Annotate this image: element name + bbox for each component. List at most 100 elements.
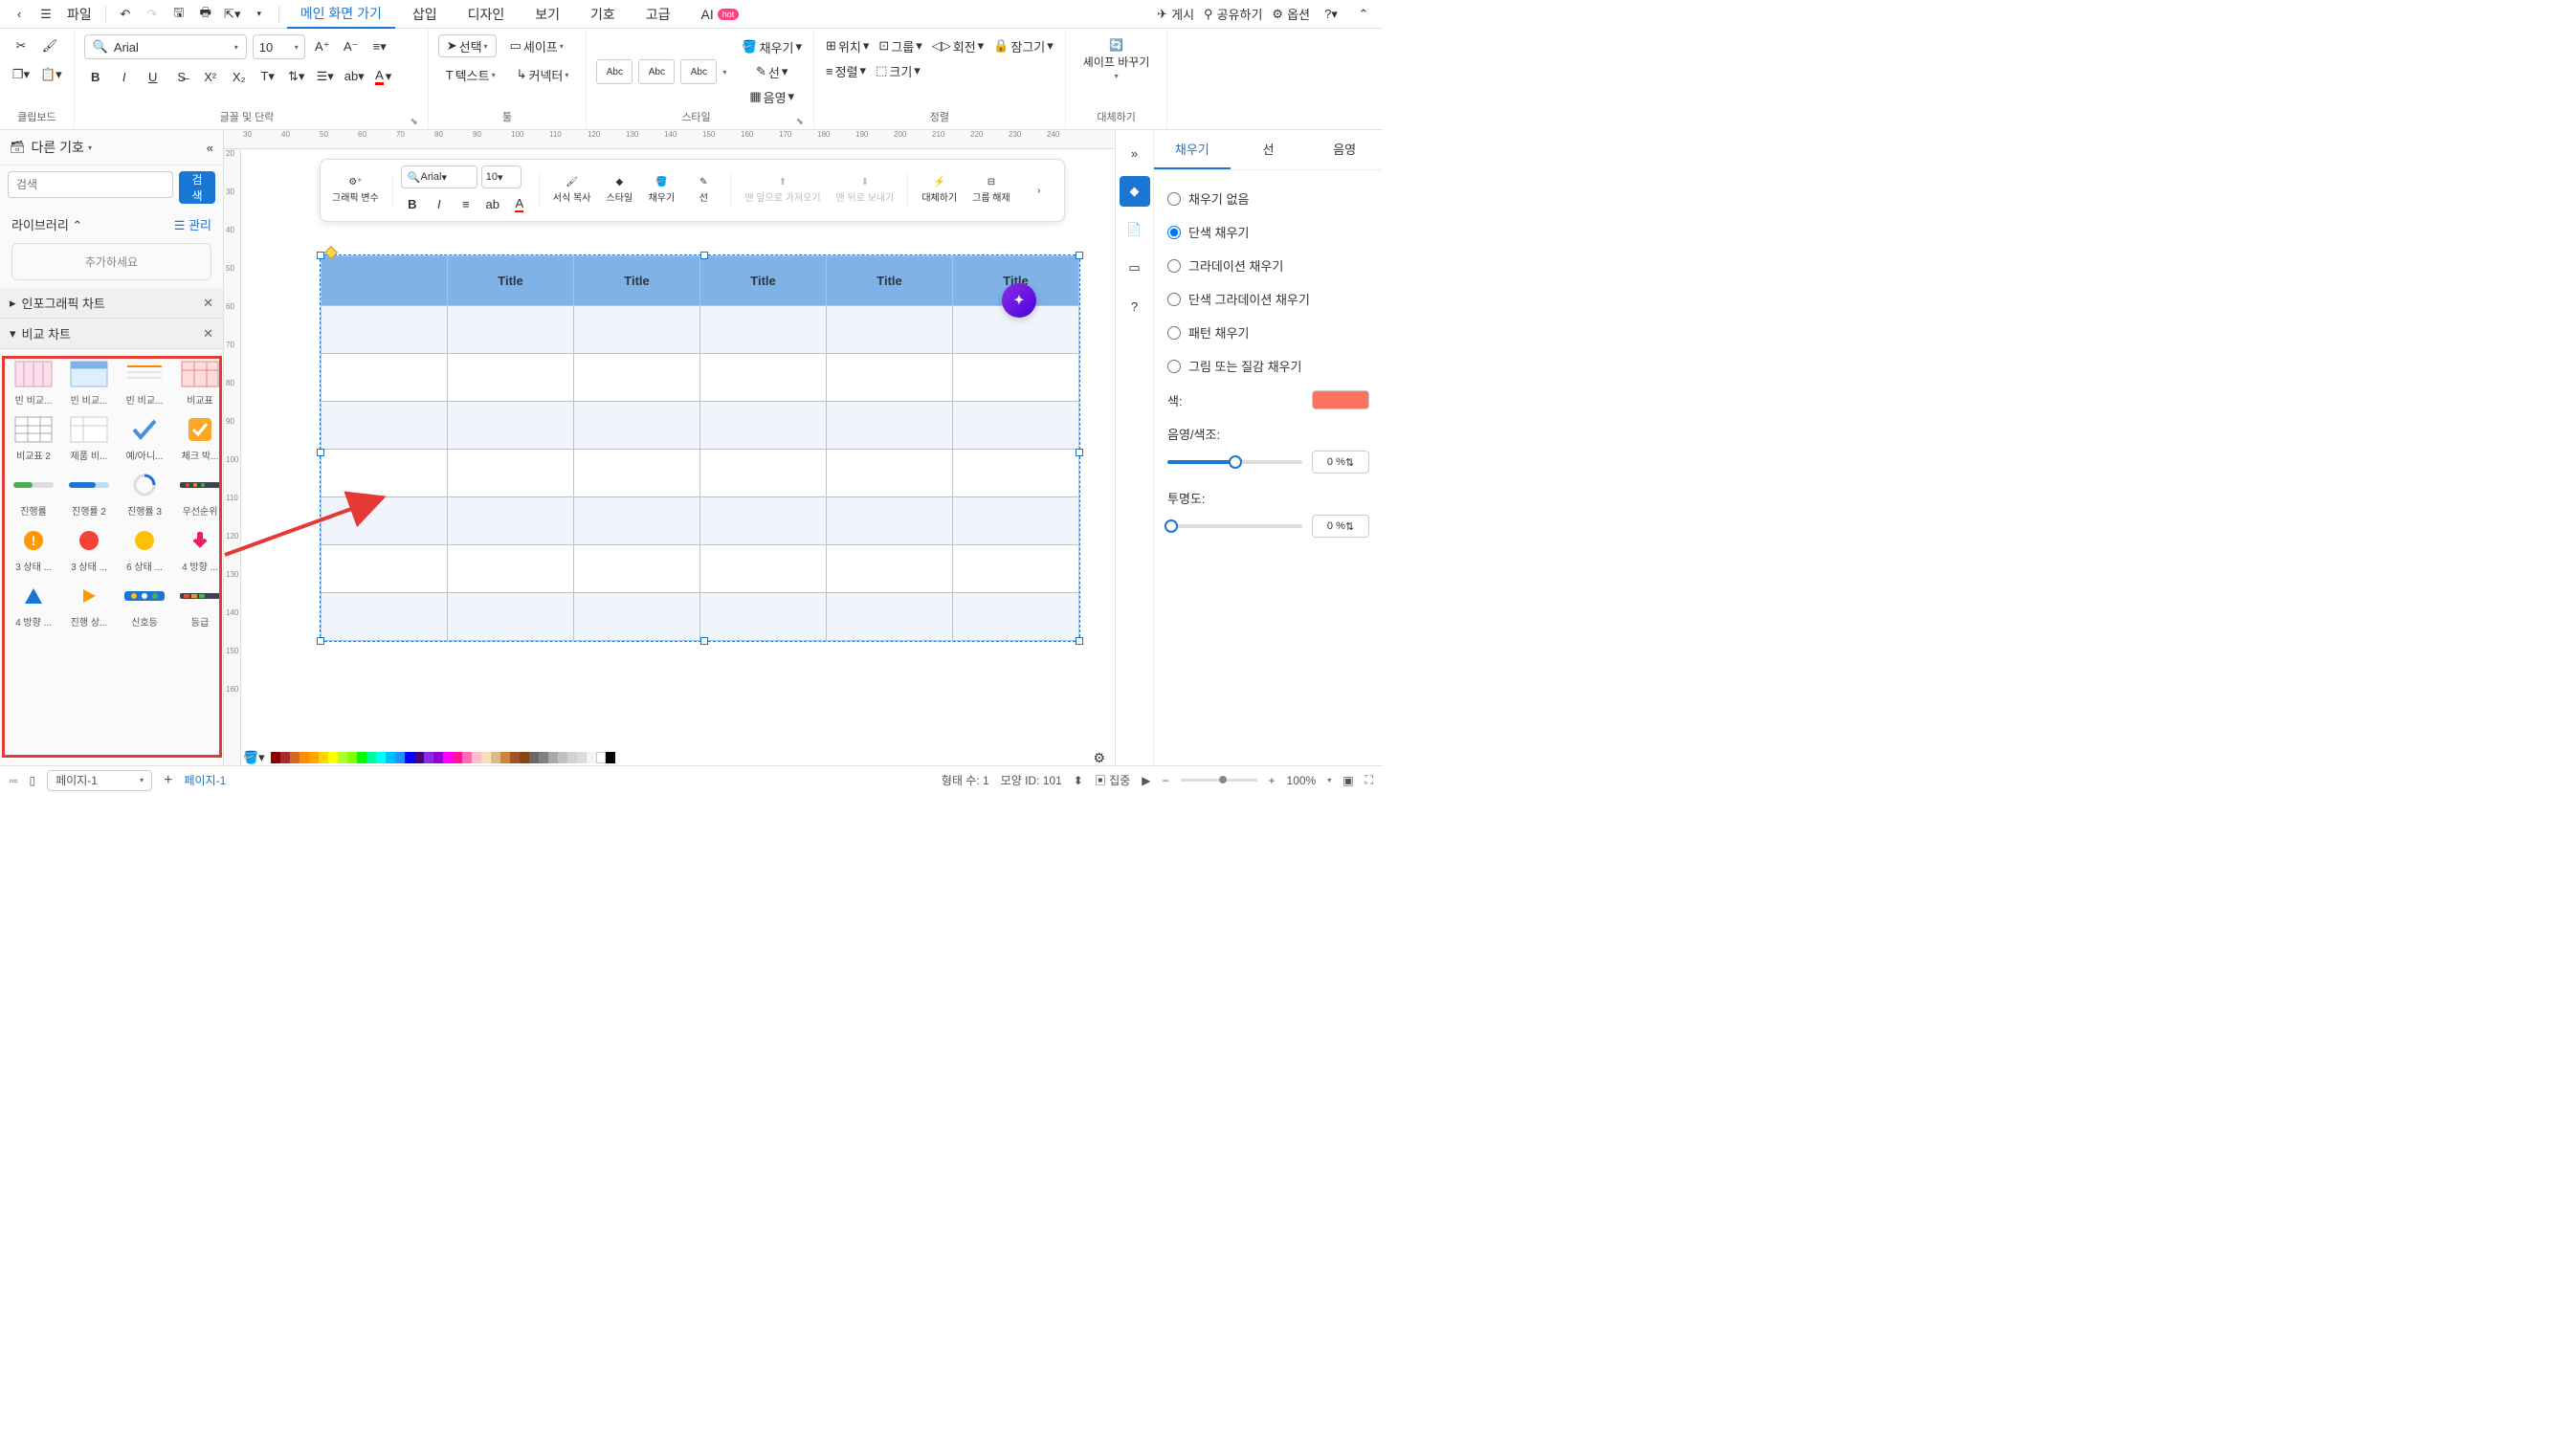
- export-icon[interactable]: ⇱▾: [221, 3, 244, 26]
- fill-button[interactable]: 🪣채우기: [642, 173, 680, 208]
- table-header[interactable]: Title: [574, 256, 700, 306]
- more-float-icon[interactable]: ›: [1020, 182, 1058, 200]
- selection-handle[interactable]: [317, 252, 324, 259]
- palette-swatch[interactable]: [577, 752, 587, 763]
- palette-swatch[interactable]: [271, 752, 280, 763]
- palette-swatch[interactable]: [386, 752, 395, 763]
- palette-swatch[interactable]: [357, 752, 366, 763]
- font-expand-icon[interactable]: ⬊: [410, 117, 417, 127]
- copy-icon[interactable]: ❐▾: [10, 63, 33, 86]
- selection-handle[interactable]: [1076, 252, 1083, 259]
- font-select[interactable]: 🔍 Arial▾: [84, 34, 247, 59]
- palette-swatch[interactable]: [405, 752, 414, 763]
- palette-swatch[interactable]: [319, 752, 328, 763]
- shade-value-input[interactable]: 0 % ⇅: [1312, 451, 1369, 474]
- shape-item[interactable]: 진행률 3: [119, 468, 170, 519]
- zoom-in-icon[interactable]: +: [1269, 774, 1276, 787]
- format-copy-button[interactable]: 🖌서식 복사: [547, 173, 597, 208]
- options-button[interactable]: ⚙ 옵션: [1272, 5, 1310, 23]
- palette-swatch[interactable]: [596, 752, 606, 763]
- solid-fill-option[interactable]: 단색 채우기: [1167, 215, 1369, 249]
- transparency-value-input[interactable]: 0 % ⇅: [1312, 515, 1369, 538]
- shape-item[interactable]: 6 상태 ...: [119, 523, 170, 575]
- tab-insert[interactable]: 삽입: [399, 0, 451, 29]
- collapse-left-icon[interactable]: «: [207, 141, 213, 155]
- graphic-var-button[interactable]: ⚙⁺그래픽 변수: [326, 173, 385, 208]
- float-fontcolor-icon[interactable]: A: [508, 192, 531, 215]
- selection-handle[interactable]: [1076, 449, 1083, 456]
- palette-swatch[interactable]: [414, 752, 424, 763]
- save-icon[interactable]: 🖫: [167, 3, 190, 26]
- superscript-icon[interactable]: X²: [199, 65, 222, 88]
- palette-swatch[interactable]: [347, 752, 357, 763]
- solid-gradient-option[interactable]: 단색 그라데이션 채우기: [1167, 282, 1369, 316]
- palette-swatch[interactable]: [290, 752, 300, 763]
- italic-icon[interactable]: I: [113, 65, 136, 88]
- add-hint[interactable]: 추가하세요: [11, 243, 211, 280]
- cut-icon[interactable]: ✂: [10, 34, 33, 57]
- text-case-icon[interactable]: ab▾: [343, 65, 366, 88]
- focus-button[interactable]: ▣ 집중: [1095, 772, 1130, 788]
- help-icon[interactable]: ?▾: [1320, 3, 1342, 26]
- shape-item[interactable]: 4 방향 ...: [174, 523, 223, 575]
- shape-item[interactable]: 진행 상...: [63, 579, 115, 630]
- redo-icon[interactable]: ↷: [141, 3, 164, 26]
- font-size-select[interactable]: 10▾: [253, 34, 305, 59]
- palette-swatch[interactable]: [481, 752, 491, 763]
- select-tool[interactable]: ➤ 선택 ▾: [438, 34, 497, 57]
- palette-swatch[interactable]: [280, 752, 290, 763]
- selection-handle[interactable]: [1076, 637, 1083, 645]
- shape-item[interactable]: 등급: [174, 579, 223, 630]
- selection-handle[interactable]: [700, 252, 708, 259]
- more-icon[interactable]: ▾: [248, 3, 271, 26]
- palette-swatch[interactable]: [309, 752, 319, 763]
- palette-swatch[interactable]: [491, 752, 500, 763]
- table-header[interactable]: Title: [448, 256, 574, 306]
- fill-tab[interactable]: 채우기: [1154, 130, 1231, 169]
- subscript-icon[interactable]: X₂: [228, 65, 251, 88]
- palette-swatch[interactable]: [462, 752, 472, 763]
- search-input[interactable]: [8, 171, 173, 198]
- size-tool[interactable]: ⬚ 크기▾: [874, 59, 922, 82]
- category-comparison[interactable]: ▾비교 차트 ✕: [0, 319, 223, 349]
- group-tool[interactable]: ⊡ 그룹▾: [876, 34, 923, 57]
- manage-link[interactable]: ☰ 관리: [174, 215, 211, 233]
- menu-icon[interactable]: ☰: [34, 3, 57, 26]
- bullets-icon[interactable]: ☰▾: [314, 65, 337, 88]
- float-size-select[interactable]: 10▾: [481, 165, 521, 188]
- page-tab-icon[interactable]: 📄: [1120, 214, 1150, 245]
- tab-main[interactable]: 메인 화면 가기: [287, 0, 395, 29]
- strike-icon[interactable]: S̶: [170, 65, 193, 88]
- palette-swatch[interactable]: [472, 752, 481, 763]
- text-tool[interactable]: T 텍스트 ▾: [438, 63, 503, 86]
- sidebar-icon[interactable]: ▯: [30, 774, 36, 787]
- underline-icon[interactable]: U: [142, 65, 165, 88]
- palette-swatch[interactable]: [366, 752, 376, 763]
- format-painter-icon[interactable]: 🖌: [38, 34, 61, 57]
- shape-item[interactable]: 진행률: [8, 468, 59, 519]
- position-tool[interactable]: ⊞ 위치▾: [824, 34, 871, 57]
- zoom-level[interactable]: 100%: [1287, 774, 1317, 787]
- replace-shape-button[interactable]: 🔄셰이프 바꾸기▾: [1076, 34, 1158, 84]
- grow-font-icon[interactable]: A⁺: [311, 35, 334, 58]
- expand-right-icon[interactable]: »: [1120, 138, 1150, 168]
- present-icon[interactable]: ▶: [1142, 774, 1150, 787]
- line-spacing-icon[interactable]: ⇅▾: [285, 65, 308, 88]
- picture-fill-option[interactable]: 그림 또는 질감 채우기: [1167, 349, 1369, 383]
- file-menu[interactable]: 파일: [61, 5, 98, 24]
- replace-button[interactable]: ⚡대체하기: [916, 173, 963, 208]
- pattern-fill-option[interactable]: 패턴 채우기: [1167, 316, 1369, 349]
- left-panel-title[interactable]: 다른 기호 ▾: [32, 138, 201, 157]
- float-font-select[interactable]: 🔍Arial▾: [401, 165, 477, 188]
- palette-swatch[interactable]: [395, 752, 405, 763]
- style-preset-2[interactable]: Abc: [638, 59, 675, 84]
- table-header[interactable]: Title: [700, 256, 827, 306]
- float-align-icon[interactable]: ≡: [455, 192, 477, 215]
- rotate-tool[interactable]: ◁▷ 회전▾: [930, 34, 986, 57]
- palette-swatch[interactable]: [500, 752, 510, 763]
- palette-swatch[interactable]: [567, 752, 577, 763]
- palette-swatch[interactable]: [338, 752, 347, 763]
- palette-swatch[interactable]: [433, 752, 443, 763]
- no-fill-option[interactable]: 채우기 없음: [1167, 182, 1369, 215]
- shape-item[interactable]: 3 상태 ...: [63, 523, 115, 575]
